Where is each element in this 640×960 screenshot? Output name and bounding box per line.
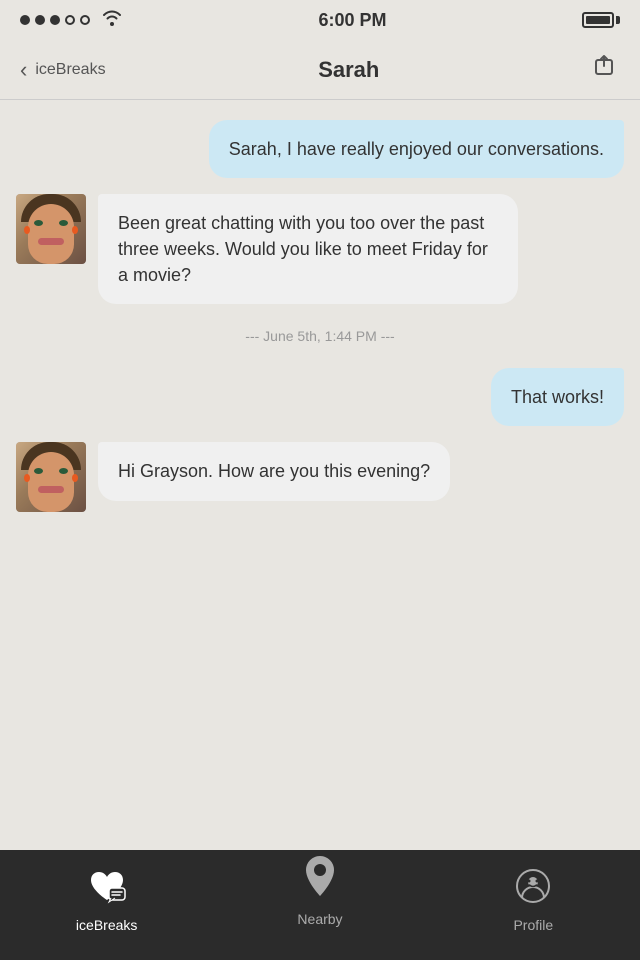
status-time: 6:00 PM [318, 10, 386, 31]
tab-profile-label: Profile [513, 917, 553, 933]
back-label: iceBreaks [35, 61, 105, 79]
nearby-icon [302, 854, 338, 905]
signal-dot-3 [50, 15, 60, 25]
battery-icon [582, 12, 620, 28]
message-bubble-incoming: Hi Grayson. How are you this evening? [98, 442, 450, 500]
chat-area: Sarah, I have really enjoyed our convers… [0, 100, 640, 810]
share-button[interactable] [592, 52, 620, 87]
timestamp: --- June 5th, 1:44 PM --- [16, 328, 624, 344]
tab-bar: iceBreaks Nearby Profile [0, 850, 640, 960]
status-bar: 6:00 PM [0, 0, 640, 40]
signal-dot-5 [80, 15, 90, 25]
tab-icebreaks[interactable]: iceBreaks [0, 850, 213, 960]
signal-dot-4 [65, 15, 75, 25]
avatar [16, 442, 86, 512]
tab-nearby[interactable]: Nearby [213, 850, 426, 960]
nav-bar: ‹ iceBreaks Sarah [0, 40, 640, 100]
message-row: Been great chatting with you too over th… [16, 194, 624, 304]
signal-area [20, 10, 123, 31]
message-row: Hi Grayson. How are you this evening? [16, 442, 624, 512]
signal-dot-2 [35, 15, 45, 25]
nav-title: Sarah [318, 57, 379, 83]
message-row: Sarah, I have really enjoyed our convers… [16, 120, 624, 178]
message-text: That works! [511, 387, 604, 407]
tab-icebreaks-label: iceBreaks [76, 917, 137, 933]
message-text: Been great chatting with you too over th… [118, 213, 488, 285]
avatar [16, 194, 86, 264]
back-button[interactable]: ‹ iceBreaks [20, 57, 106, 83]
message-bubble-incoming: Been great chatting with you too over th… [98, 194, 518, 304]
message-text: Hi Grayson. How are you this evening? [118, 461, 430, 481]
icebreaks-icon [87, 868, 127, 911]
back-arrow-icon: ‹ [20, 57, 27, 83]
message-text: Sarah, I have really enjoyed our convers… [229, 139, 604, 159]
message-bubble-outgoing: That works! [491, 368, 624, 426]
message-row: That works! [16, 368, 624, 426]
profile-icon [515, 868, 551, 911]
wifi-icon [101, 10, 123, 31]
signal-dot-1 [20, 15, 30, 25]
message-bubble-outgoing: Sarah, I have really enjoyed our convers… [209, 120, 624, 178]
tab-profile[interactable]: Profile [427, 850, 640, 960]
tab-nearby-label: Nearby [297, 911, 342, 927]
